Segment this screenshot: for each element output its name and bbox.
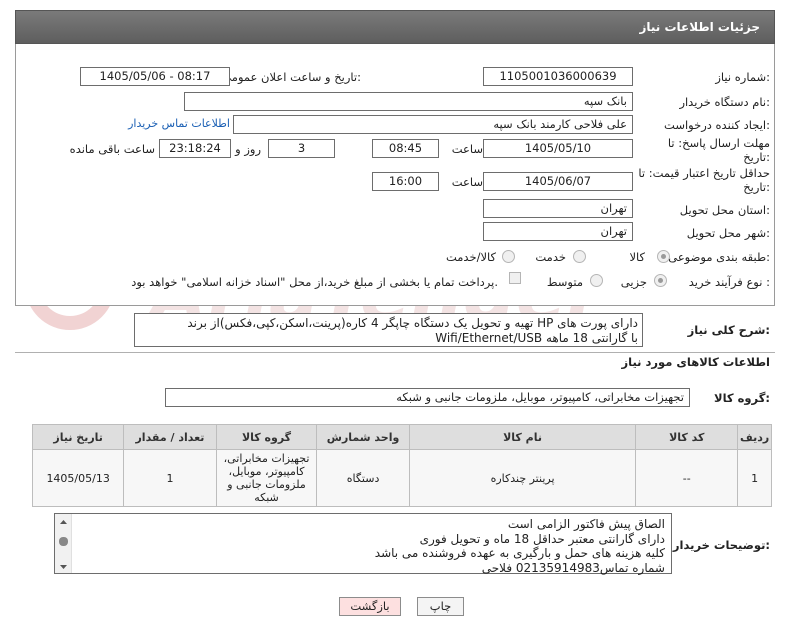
- description-label: شرح کلی نیاز:: [687, 323, 770, 337]
- announce-field: 1405/05/06 - 08:17: [80, 67, 230, 86]
- notes-line-1: الصاق پیش فاکتور الزامی است: [507, 517, 665, 531]
- cell-code: --: [635, 449, 739, 507]
- description-textarea[interactable]: تهیه و تحویل یک دستگاه چاپگر 4 کاره(پرین…: [134, 313, 643, 347]
- price-validity-label: حداقل تاریخ اعتبار قیمت: تا تاریخ:: [638, 166, 770, 194]
- cell-date: 1405/05/13: [31, 449, 125, 507]
- goods-group-label: گروه کالا:: [714, 391, 770, 405]
- page-title: جزئیات اطلاعات نیاز: [639, 20, 760, 34]
- price-validity-time-label: ساعت: [451, 175, 483, 189]
- province-field: تهران: [483, 199, 633, 218]
- process-radio-medium[interactable]: [590, 274, 603, 287]
- requester-label: ایجاد کننده درخواست:: [664, 118, 770, 132]
- category-option-service: خدمت: [535, 250, 566, 264]
- col-group: گروه کالا: [215, 424, 318, 450]
- treasury-payment-checkbox[interactable]: [509, 272, 521, 284]
- buyer-org-label: نام دستگاه خریدار:: [679, 95, 770, 109]
- notes-line-4: شماره تماس02135914983 فلاحی: [481, 560, 665, 575]
- process-radio-minor[interactable]: [654, 274, 667, 287]
- days-field: 3: [268, 139, 335, 158]
- process-option-minor: جزیی: [620, 275, 647, 289]
- announce-label: تاریخ و ساعت اعلان عمومی:: [222, 70, 361, 84]
- price-validity-date-field: 1405/06/07: [483, 172, 633, 191]
- cell-name: پرینتر چندکاره: [408, 449, 637, 507]
- need-number-field: 1105001036000639: [483, 67, 633, 86]
- province-label: استان محل تحویل:: [679, 203, 770, 217]
- requester-field: علی فلاحی کارمند بانک سپه: [233, 115, 633, 134]
- col-date: تاریخ نیاز: [31, 424, 125, 450]
- city-label: شهر محل تحویل:: [686, 226, 770, 240]
- col-index: ردیف: [737, 424, 772, 450]
- goods-section-title: اطلاعات کالاهای مورد نیاز: [621, 355, 770, 369]
- cell-index: 1: [737, 449, 772, 507]
- table-row: 1405/05/13 1 تجهیزات مخابراتی، کامپیوتر،…: [31, 449, 772, 507]
- table-header-row: تاریخ نیاز تعداد / مقدار گروه کالا واحد …: [31, 424, 772, 450]
- notes-line-2: دارای گارانتی معتبر حداقل 18 ماه و تحویل…: [419, 531, 665, 546]
- process-label: نوع فرآیند خرید :: [688, 275, 770, 289]
- col-unit: واحد شمارش: [316, 424, 410, 450]
- notes-textarea[interactable]: الصاق پیش فاکتور الزامی است دارای گارانت…: [54, 513, 672, 575]
- buyer-contact-link[interactable]: اطلاعات تماس خریدار: [128, 117, 230, 130]
- notes-scrollbar[interactable]: [55, 514, 72, 573]
- buyer-org-field: بانک سپه: [184, 92, 633, 111]
- notes-label: توضیحات خریدار:: [672, 538, 770, 552]
- deadline-label: مهلت ارسال پاسخ: تا تاریخ:: [667, 136, 770, 164]
- remaining-time-field: 23:18:24: [159, 139, 231, 158]
- category-option-both: کالا/خدمت: [445, 250, 496, 264]
- notes-line-3: کلیه هزینه های حمل و بارگیری به عهده فرو…: [374, 546, 665, 560]
- category-radio-both[interactable]: [502, 250, 515, 263]
- cell-qty: 1: [123, 449, 217, 507]
- deadline-time-field: 08:45: [372, 139, 439, 158]
- remaining-label: ساعت باقی مانده: [69, 142, 155, 156]
- col-qty: تعداد / مقدار: [123, 424, 217, 450]
- deadline-date-field: 1405/05/10: [483, 139, 633, 158]
- category-label: طبقه بندی موضوعی:: [668, 250, 770, 264]
- goods-table: تاریخ نیاز تعداد / مقدار گروه کالا واحد …: [31, 424, 772, 507]
- category-radio-service[interactable]: [573, 250, 586, 263]
- category-option-goods: کالا: [629, 250, 645, 264]
- back-button[interactable]: بازگشت: [339, 597, 401, 616]
- process-option-medium: متوسط: [546, 275, 583, 289]
- cell-group: تجهیزات مخابراتی، کامپیوتر، موبایل، ملزو…: [215, 449, 318, 507]
- divider: [15, 352, 775, 353]
- city-field: تهران: [483, 222, 633, 241]
- col-name: نام کالا: [408, 424, 637, 450]
- category-radio-goods[interactable]: [657, 250, 670, 263]
- panel-header: جزئیات اطلاعات نیاز: [15, 10, 775, 44]
- price-validity-time-field: 16:00: [372, 172, 439, 191]
- deadline-time-label: ساعت: [451, 142, 483, 156]
- payment-note: پرداخت تمام یا بخشی از مبلغ خرید،از محل …: [131, 275, 498, 289]
- goods-group-field: تجهیزات مخابراتی، کامپیوتر، موبایل، ملزو…: [165, 388, 690, 407]
- days-label: روز و: [235, 142, 261, 156]
- cell-unit: دستگاه: [316, 449, 410, 507]
- col-code: کد کالا: [635, 424, 739, 450]
- print-button[interactable]: چاپ: [417, 597, 464, 616]
- need-number-label: شماره نیاز:: [715, 70, 770, 84]
